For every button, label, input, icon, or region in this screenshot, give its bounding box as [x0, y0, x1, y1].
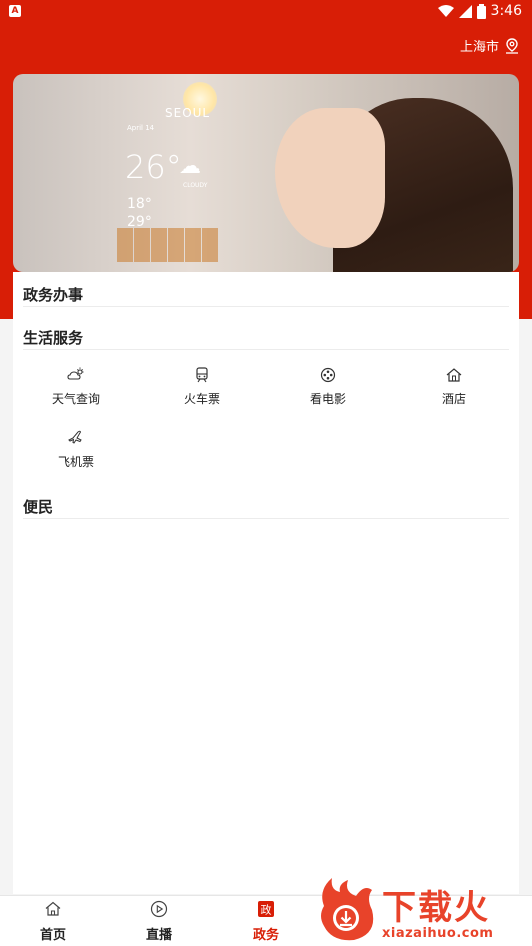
tab-gov[interactable]: 政 政务: [226, 900, 306, 943]
home-icon: [45, 901, 61, 916]
status-bar: A 3:46: [0, 0, 532, 24]
movie-icon: [320, 367, 336, 383]
service-plane[interactable]: 飞机票: [26, 429, 126, 470]
service-weather-label: 天气查询: [51, 392, 100, 406]
app-notification-icon: A: [9, 5, 21, 17]
clock: 3:46: [490, 3, 522, 19]
section-title-gov: 政务办事: [23, 286, 84, 304]
plane-icon: [68, 430, 82, 444]
section-title-convenience: 便民: [23, 498, 54, 516]
banner-temp: 26°: [125, 148, 182, 186]
banner-person-face: [275, 108, 385, 248]
banner-condition: CLOUDY: [183, 182, 208, 189]
hotel-icon: [446, 368, 462, 382]
service-hotel[interactable]: 酒店: [404, 366, 504, 407]
section-title-life: 生活服务: [23, 329, 84, 347]
gov-icon-text: 政: [261, 903, 272, 917]
watermark-title: 下载火: [382, 888, 490, 928]
forecast-day: [202, 228, 218, 262]
tab-live-label: 直播: [145, 928, 172, 943]
gov-icon: 政: [258, 901, 274, 917]
banner-forecast: [117, 228, 218, 262]
status-right: 3:46: [437, 3, 522, 19]
watermark-logo: 下载火 xiazaihuo.com: [312, 874, 532, 946]
banner-date: April 14: [127, 124, 155, 132]
location-selector[interactable]: 上海市: [460, 36, 520, 55]
banner-weather-panel: SEOUL April 14 26° ☁ CLOUDY 18° 29°: [121, 104, 221, 244]
forecast-day: [134, 228, 150, 262]
divider: [23, 306, 509, 307]
flame-logo-icon: [321, 878, 374, 941]
cloud-icon: ☁: [179, 154, 201, 179]
wifi-icon: [437, 4, 454, 17]
train-icon: [196, 367, 208, 383]
forecast-day: [185, 228, 201, 262]
divider: [23, 518, 509, 519]
forecast-day: [168, 228, 184, 262]
location-label: 上海市: [459, 40, 499, 55]
content-card: 政务办事 生活服务 天气查询 火车票 看电影 酒店 飞机票 便民: [13, 272, 519, 894]
forecast-day: [117, 228, 133, 262]
service-plane-label: 飞机票: [57, 455, 94, 469]
tab-home[interactable]: 首页: [13, 900, 93, 943]
service-train-label: 火车票: [183, 392, 220, 406]
location-pin-icon: [506, 37, 518, 54]
battery-icon: [476, 3, 486, 19]
signal-icon: [458, 4, 472, 18]
tab-home-label: 首页: [39, 928, 66, 943]
service-hotel-label: 酒店: [441, 392, 466, 406]
banner-carousel[interactable]: SEOUL April 14 26° ☁ CLOUDY 18° 29°: [13, 74, 519, 272]
service-movie[interactable]: 看电影: [278, 366, 378, 407]
forecast-day: [151, 228, 167, 262]
play-icon: [150, 900, 168, 918]
divider: [23, 349, 509, 350]
service-movie-label: 看电影: [309, 392, 346, 406]
weather-icon: [67, 367, 84, 380]
service-weather[interactable]: 天气查询: [26, 366, 126, 407]
tab-live[interactable]: 直播: [119, 900, 199, 943]
tab-gov-label: 政务: [252, 928, 279, 943]
banner-low: 18°: [127, 196, 152, 212]
banner-city: SEOUL: [165, 106, 211, 120]
service-train[interactable]: 火车票: [152, 366, 252, 407]
watermark-subtitle: xiazaihuo.com: [382, 926, 494, 941]
